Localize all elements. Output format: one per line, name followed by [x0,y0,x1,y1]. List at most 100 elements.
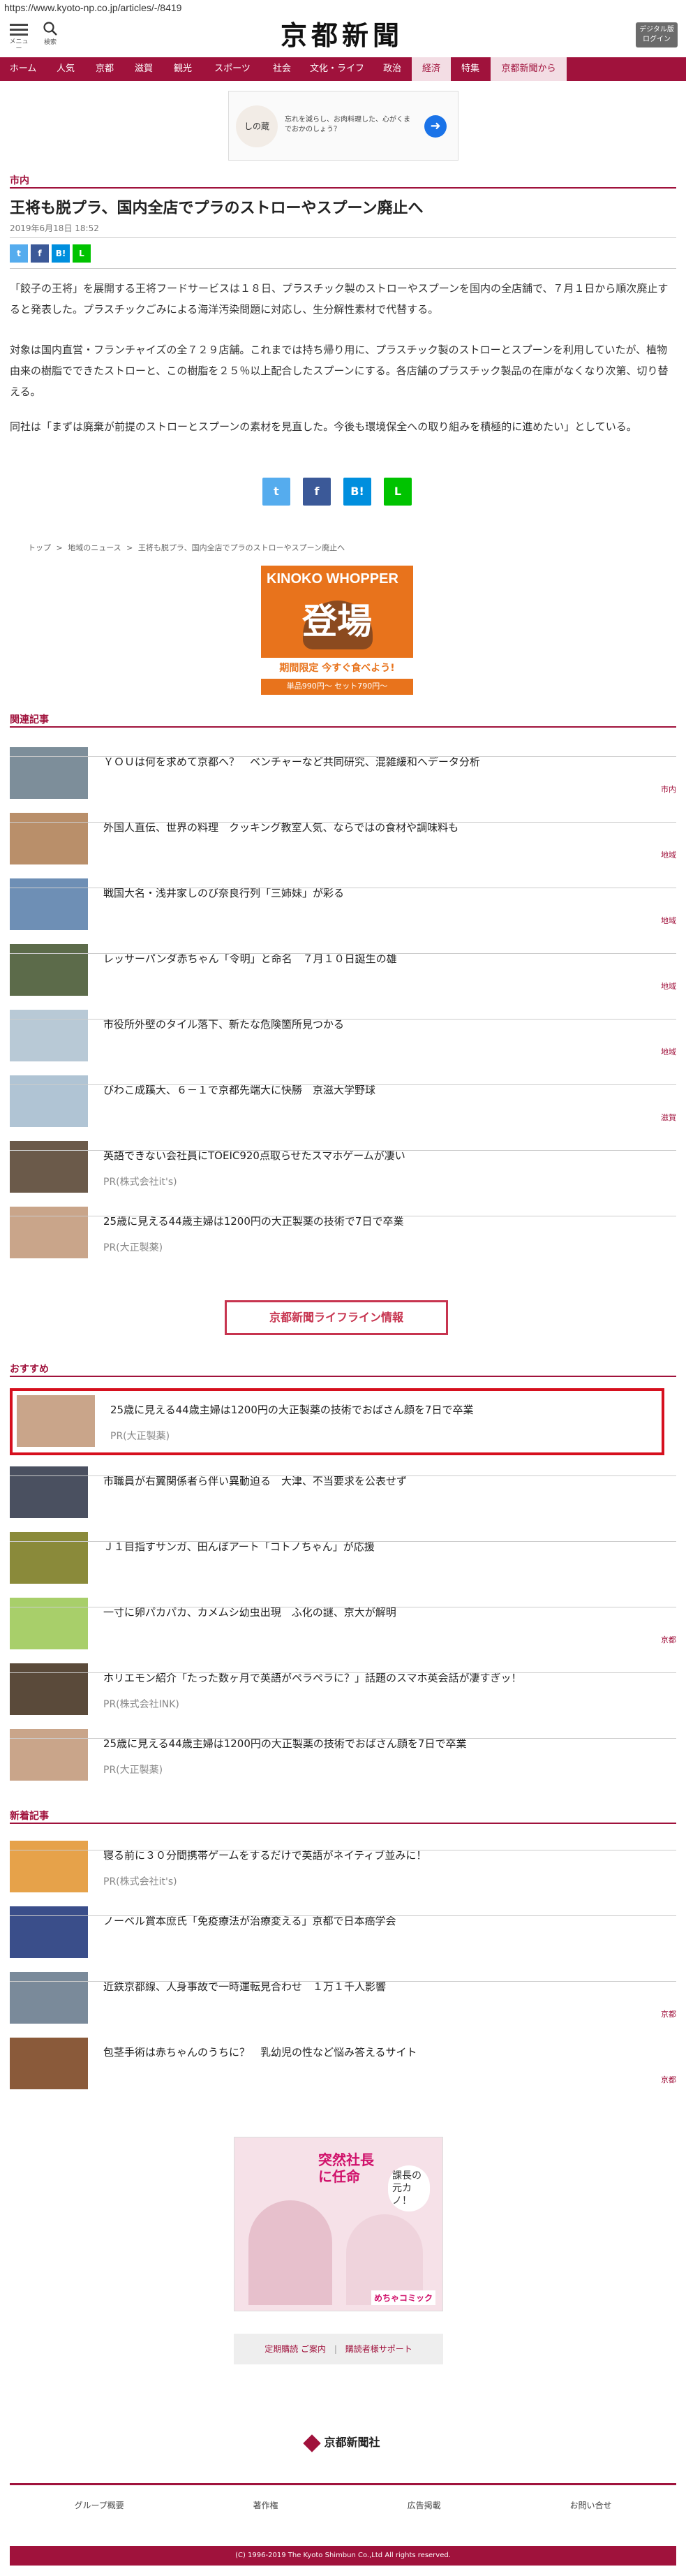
article-paragraph-2: 対象は国内直営・フランチャイズの全７２９店舗。これまでは持ち帰り用に、プラスチッ… [10,344,669,398]
thumbnail [10,1075,88,1127]
thumbnail [10,1141,88,1193]
footer-link-copyright[interactable]: 著作権 [253,2499,278,2511]
divider [10,1541,676,1542]
pr-label: PR(大正製薬) [110,1431,170,1442]
divider [10,756,676,757]
article-title: 王将も脱プラ、国内全店でプラのストローやスプーン廃止へ [10,200,424,217]
menu-button[interactable]: メニュー [8,21,29,52]
nav-item-economy[interactable]: 経済 [412,57,451,81]
footer-link-ads[interactable]: 広告掲載 [408,2499,441,2511]
footer-logo[interactable]: 京都新聞社 [0,2433,686,2452]
facebook-share-button[interactable]: f [303,478,331,506]
ad-brand-logo: しの蔵 [236,105,278,147]
subscription-link[interactable]: 定期購読 ご案内 [264,2344,326,2354]
manga-ad-text1: 突然社長に任命 [318,2151,374,2185]
nav-item-society[interactable]: 社会 [262,57,301,81]
article-paragraph-3: 同社は「まずは廃棄が前提のストローとスプーンの素材を見直した。今後も環境保全への… [10,420,637,433]
nav-item-tourism[interactable]: 観光 [163,57,202,81]
highlighted-recommend-box [10,1388,664,1455]
lifeline-info-button[interactable]: 京都新聞ライフライン情報 [225,1300,448,1335]
ad-burger-band: 期間限定 今すぐ食べよう! [261,658,413,679]
menu-label: メニュー [9,38,29,52]
kyoto-logo-icon [303,2434,322,2452]
ad-burger-title: KINOKO WHOPPER [267,571,398,587]
digital-login-button[interactable]: デジタル版 ログイン [636,22,678,47]
thumbnail [10,2038,88,2089]
thumbnail [10,813,88,864]
login-line1: デジタル版 [639,26,674,34]
nav-item-popular[interactable]: 人気 [46,57,85,81]
divider [10,1019,676,1020]
section-label: 市内 [10,175,29,186]
nav-item-home[interactable]: ホーム [0,57,46,81]
latest-rule [10,1823,676,1824]
line-share-button[interactable]: L [384,478,412,506]
item-category: 京都 [661,2010,676,2019]
item-category: 地域 [661,851,676,860]
nav-item-feature[interactable]: 特集 [451,57,490,81]
item-category: 地域 [661,1047,676,1057]
search-button[interactable]: 検索 [40,21,60,46]
thumbnail [10,1598,88,1649]
nav-item-kyoto[interactable]: 京都 [85,57,124,81]
facebook-share-small[interactable]: f [31,244,49,263]
nav-item-sports[interactable]: スポーツ [202,57,262,81]
item-category: 京都 [661,2075,676,2084]
thumbnail [10,1729,88,1781]
hatena-share-small[interactable]: B! [52,244,70,263]
search-icon [43,22,57,36]
item-category: 地域 [661,916,676,925]
footer-link-group[interactable]: グループ概要 [74,2499,124,2511]
directions-icon[interactable]: ➜ [424,115,447,138]
share-mini-bar: t f B! L [10,244,91,263]
site-logo[interactable]: 京都新聞 [237,18,447,53]
article-date: 2019年6月18日 18:52 [10,223,99,233]
divider [10,953,676,954]
support-link[interactable]: 購読者様サポート [345,2344,412,2354]
twitter-share-button[interactable]: t [262,478,290,506]
divider [10,1672,676,1673]
related-heading: 関連記事 [10,714,49,726]
thumbnail [10,878,88,930]
divider [10,1915,676,1916]
divider [10,1150,676,1151]
thumbnail [17,1395,95,1447]
main-nav: ホーム 人気 京都 滋賀 観光 スポーツ 社会 文化・ライフ 政治 経済 特集 … [0,57,686,81]
pr-label: PR(大正製薬) [103,1765,163,1776]
breadcrumb-top[interactable]: トップ [28,543,51,552]
divider [10,1084,676,1085]
ad-text: 忘れを減らし、お肉料理した、心がくまでおかのしょう？ [285,116,410,133]
breadcrumb-region[interactable]: 地域のニュース [68,543,121,552]
pr-label: PR(株式会社it's) [103,1876,177,1887]
hamburger-icon [8,24,29,36]
item-category: 滋賀 [661,1113,676,1122]
nav-item-shiga[interactable]: 滋賀 [124,57,163,81]
hatena-share-button[interactable]: B! [343,478,371,506]
nav-item-culture[interactable]: 文化・ライフ [301,57,373,81]
divider [10,1981,676,1982]
manga-ad-text2: 課長の元カノ！ [388,2165,430,2211]
nav-item-from-kyoto[interactable]: 京都新聞から [490,57,567,81]
nav-item-politics[interactable]: 政治 [373,57,412,81]
footer-link-contact[interactable]: お問い合せ [569,2499,611,2511]
item-title: 25歳に見える44歳主婦は1200円の大正製薬の技術でおばさん顔を7日で卒業 [110,1404,474,1416]
breadcrumb-sep: > [126,543,133,552]
pr-label: PR(大正製薬) [103,1242,163,1253]
line-share-small[interactable]: L [73,244,91,263]
manga-ad-figures [248,2200,332,2305]
ad-burger-bigtext: 登場 [302,601,372,642]
twitter-share-small[interactable]: t [10,244,28,263]
article-paragraph-1: 「餃子の王将」を展開する王将フードサービスは１８日、プラスチック製のストローやス… [10,282,669,316]
item-category: 京都 [661,1635,676,1644]
breadcrumb-current: 王将も脱プラ、国内全店でプラのストローやスプーン廃止へ [137,543,345,552]
burger-ad[interactable]: KINOKO WHOPPER 登場 期間限定 今すぐ食べよう! 単品990円〜 … [261,566,413,695]
breadcrumb: トップ > 地域のニュース > 王将も脱プラ、国内全店でプラのストローやスプーン… [28,542,348,553]
top-ad-banner[interactable]: しの蔵 忘れを減らし、お肉料理した、心がくまでおかのしょう？ ➜ [228,91,458,161]
subscription-links: 定期購読 ご案内 | 購読者様サポート [234,2334,443,2364]
manga-ad[interactable]: 突然社長に任命 課長の元カノ！ めちゃコミック [234,2137,443,2311]
recommend-heading: おすすめ [10,1364,49,1375]
divider [10,822,676,823]
footer-logo-text: 京都新聞社 [324,2436,380,2449]
share-big-bar: t f B! L [262,478,412,506]
links-sep: | [334,2344,337,2354]
